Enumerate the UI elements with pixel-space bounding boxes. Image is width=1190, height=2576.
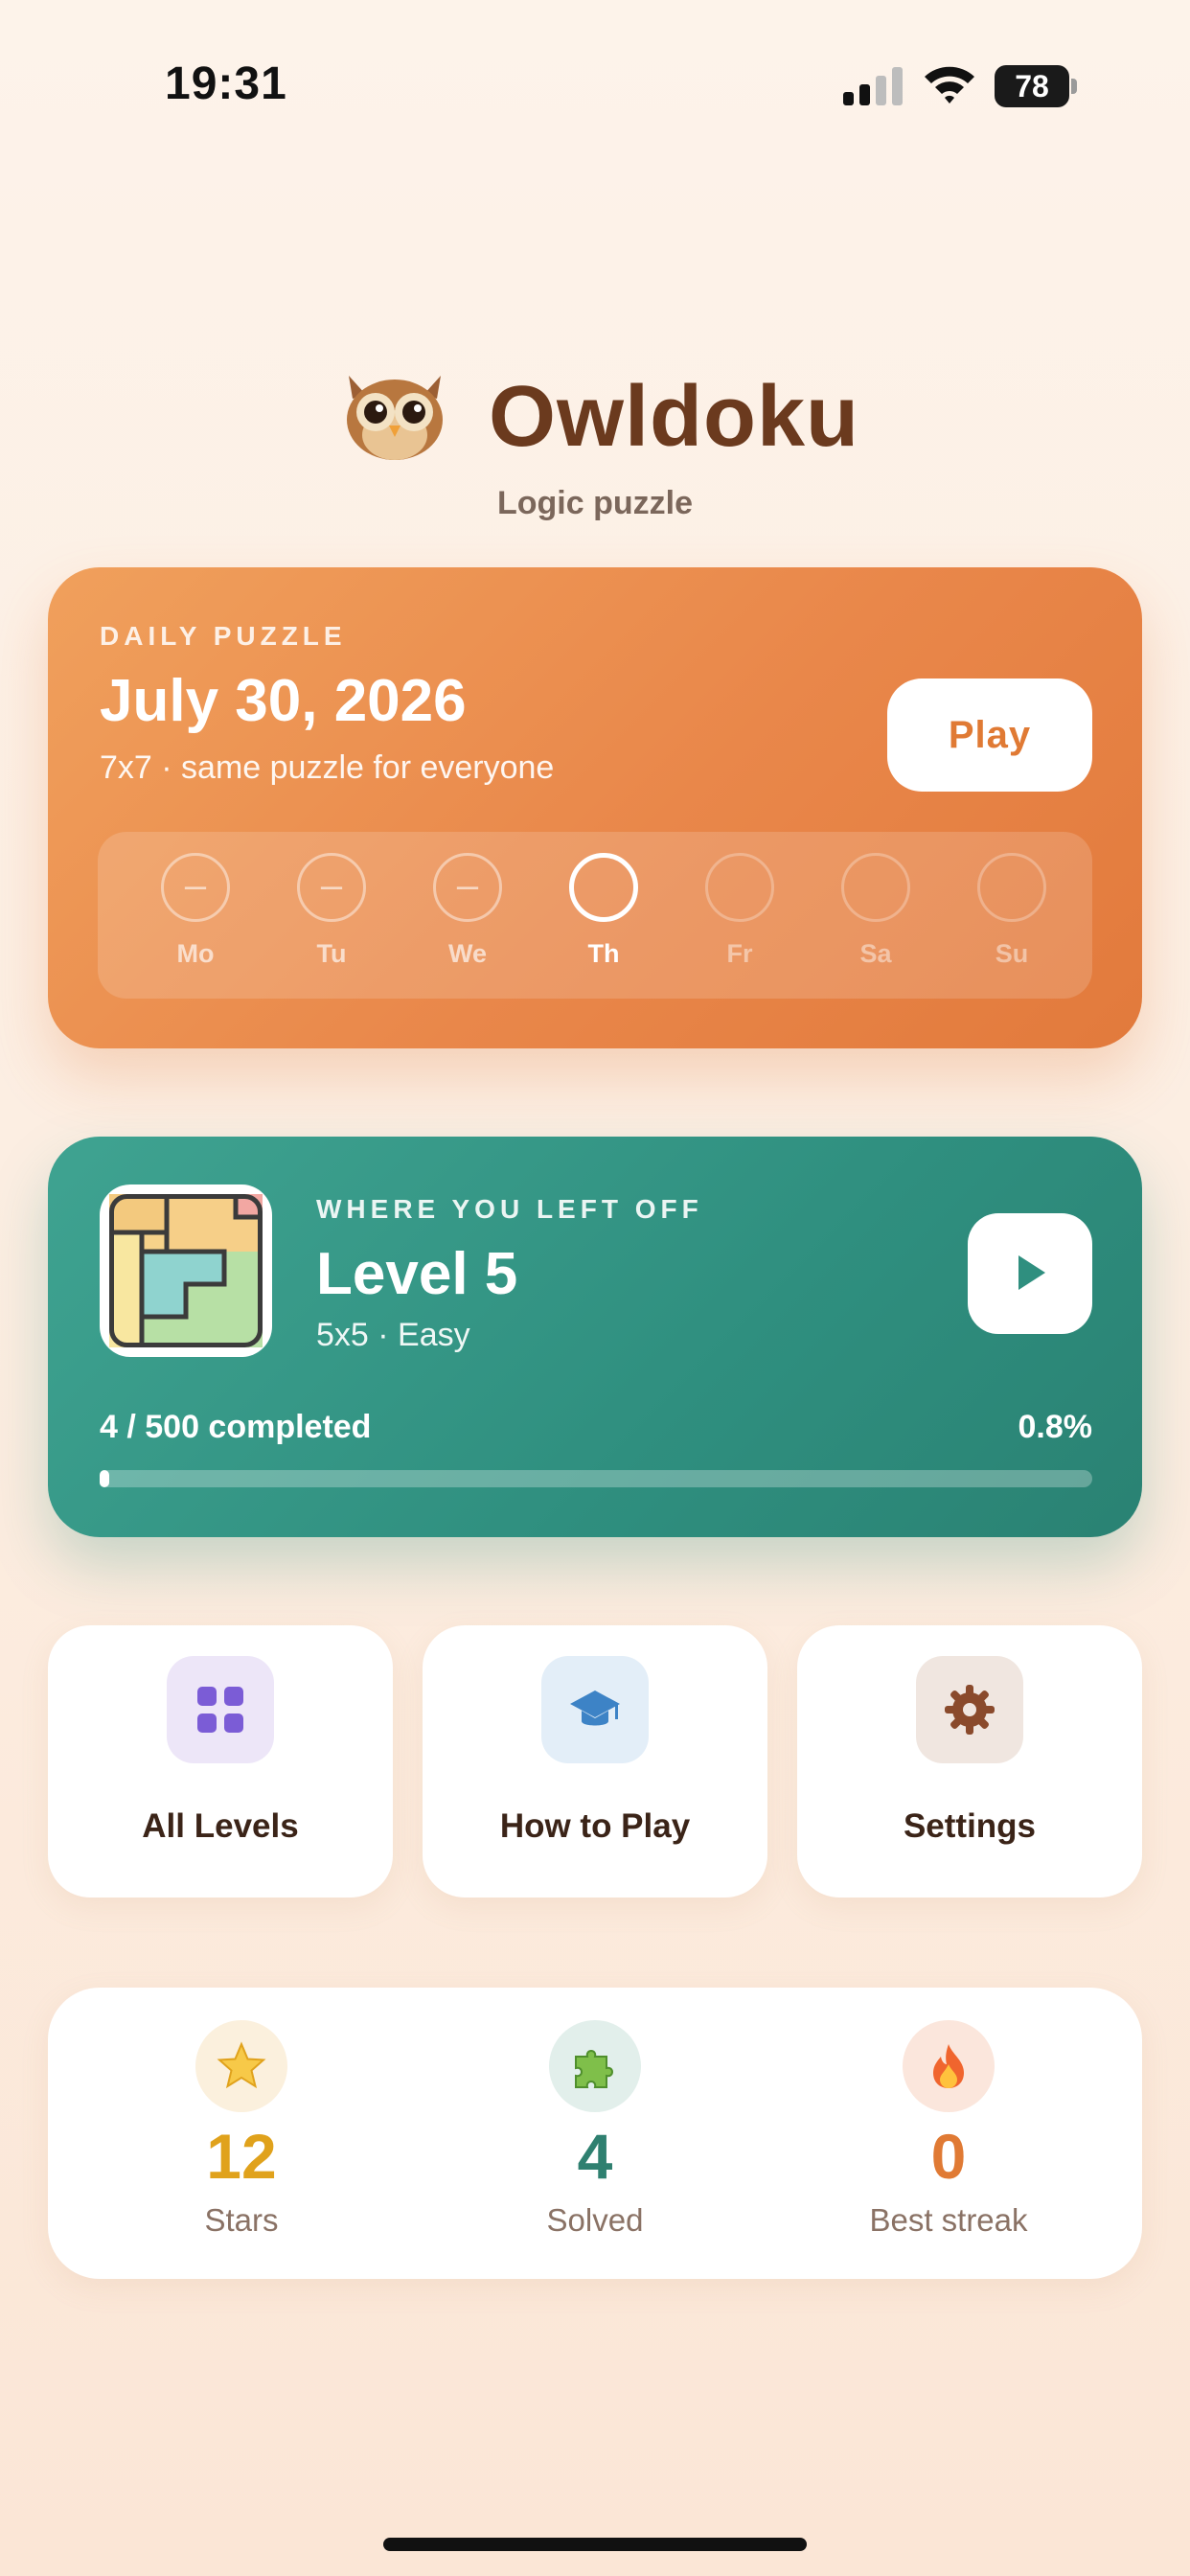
day-status-circle xyxy=(705,853,774,922)
settings-button[interactable]: Settings xyxy=(797,1625,1142,1898)
day-friday: Fr xyxy=(692,853,788,978)
stat-solved: 4 Solved xyxy=(451,2020,739,2260)
level-subtitle: 5x5 · Easy xyxy=(316,1317,470,1353)
battery-level: 78 xyxy=(995,65,1069,107)
day-status-circle: – xyxy=(297,853,366,922)
day-wednesday: – We xyxy=(420,853,515,978)
day-label: Sa xyxy=(859,939,892,968)
stat-value: 0 xyxy=(930,2121,967,2192)
app-title: Owldoku xyxy=(489,369,859,465)
day-tuesday: – Tu xyxy=(284,853,379,978)
cellular-signal-icon xyxy=(843,67,903,105)
day-status-circle xyxy=(977,853,1046,922)
day-sunday: Su xyxy=(964,853,1060,978)
stats-card: 12 Stars 4 Solved 0 Best streak xyxy=(48,1988,1142,2279)
progress-bar xyxy=(100,1470,1092,1487)
stat-label: Stars xyxy=(204,2202,279,2238)
graduation-cap-icon xyxy=(541,1656,649,1763)
day-label: We xyxy=(447,939,487,968)
day-status-circle: – xyxy=(161,853,230,922)
progress-text: 4 / 500 completed xyxy=(100,1409,372,1445)
status-bar: 19:31 78 xyxy=(0,0,1190,172)
app-subtitle: Logic puzzle xyxy=(497,485,693,521)
how-to-play-button[interactable]: How to Play xyxy=(423,1625,767,1898)
wifi-icon xyxy=(925,66,974,104)
resume-play-button[interactable] xyxy=(968,1213,1092,1334)
stat-stars: 12 Stars xyxy=(98,2020,385,2260)
daily-puzzle-date: July 30, 2026 xyxy=(100,668,467,734)
battery-icon: 78 xyxy=(995,65,1077,107)
level-thumbnail xyxy=(100,1184,272,1357)
day-label: Su xyxy=(995,939,1029,968)
stat-label: Solved xyxy=(546,2202,644,2238)
fire-icon xyxy=(903,2020,995,2112)
continue-level-card[interactable]: WHERE YOU LEFT OFF Level 5 5x5 · Easy 4 … xyxy=(48,1137,1142,1537)
play-daily-button[interactable]: Play xyxy=(887,678,1092,792)
app-header: Owldoku xyxy=(0,362,1190,468)
day-monday: – Mo xyxy=(148,853,243,978)
owl-logo xyxy=(347,376,443,460)
day-label: Tu xyxy=(316,939,347,968)
progress-bar-fill xyxy=(100,1470,109,1487)
home-indicator[interactable] xyxy=(383,2538,807,2551)
puzzle-piece-icon xyxy=(549,2020,641,2112)
progress-percent: 0.8% xyxy=(1018,1409,1093,1445)
star-icon xyxy=(195,2020,287,2112)
puzzle-preview-icon xyxy=(109,1194,263,1347)
daily-puzzle-label: DAILY PUZZLE xyxy=(100,621,347,651)
play-icon xyxy=(1018,1254,1045,1290)
tile-label: Settings xyxy=(903,1807,1037,1845)
stat-value: 12 xyxy=(206,2121,277,2192)
week-streak-strip: – Mo – Tu – We Th Fr Sa Su xyxy=(98,832,1092,999)
tile-label: How to Play xyxy=(499,1807,691,1845)
day-status-circle xyxy=(841,853,910,922)
day-thursday: Th xyxy=(556,853,652,978)
day-status-circle-today xyxy=(569,853,638,922)
stat-value: 4 xyxy=(577,2121,613,2192)
stat-best-streak: 0 Best streak xyxy=(805,2020,1092,2260)
grid-icon xyxy=(167,1656,274,1763)
level-title: Level 5 xyxy=(316,1241,518,1307)
all-levels-button[interactable]: All Levels xyxy=(48,1625,393,1898)
day-label: Fr xyxy=(726,939,753,968)
daily-puzzle-card[interactable]: DAILY PUZZLE July 30, 2026 7x7 · same pu… xyxy=(48,567,1142,1048)
status-time: 19:31 xyxy=(165,58,287,109)
stat-label: Best streak xyxy=(869,2202,1028,2238)
day-saturday: Sa xyxy=(828,853,924,978)
resume-label: WHERE YOU LEFT OFF xyxy=(316,1194,703,1224)
tile-label: All Levels xyxy=(142,1807,299,1845)
day-label: Mo xyxy=(176,939,215,968)
day-status-circle: – xyxy=(433,853,502,922)
day-label: Th xyxy=(587,939,620,968)
daily-puzzle-subtitle: 7x7 · same puzzle for everyone xyxy=(100,749,555,786)
gear-icon xyxy=(916,1656,1023,1763)
